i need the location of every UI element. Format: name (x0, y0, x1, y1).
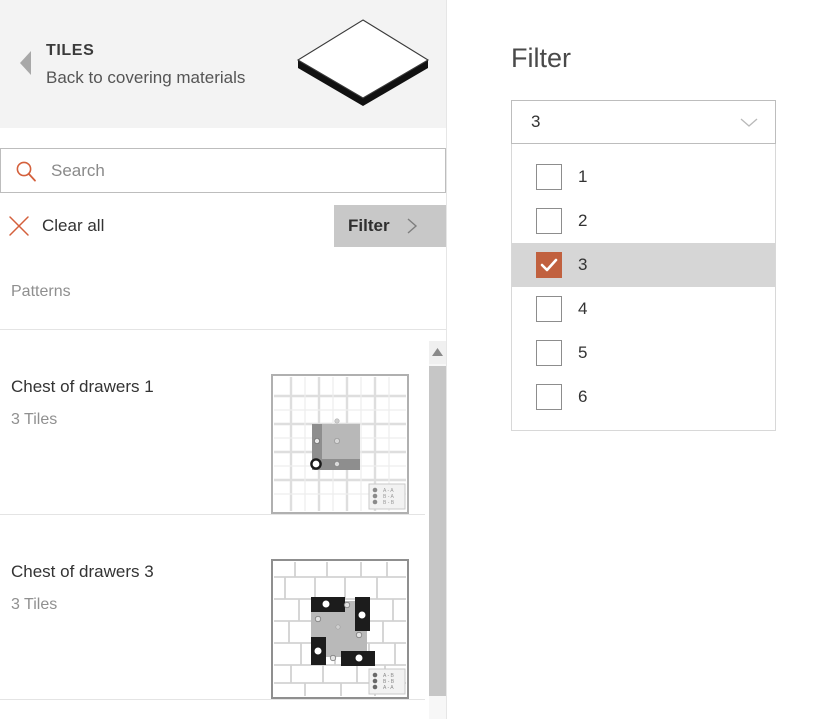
floor-plan-thumbnail: A - A B - A B - B (271, 374, 409, 514)
search-icon (16, 161, 36, 182)
back-triangle-icon[interactable] (18, 50, 34, 76)
checkbox[interactable] (536, 164, 562, 190)
scrollbar-thumb[interactable] (429, 366, 446, 696)
checkbox[interactable] (536, 252, 562, 278)
dropdown-option-3[interactable]: 3 (512, 243, 775, 287)
tiles-browser-panel: TILES Back to covering materials Clear a… (0, 0, 447, 719)
dropdown-option-label: 5 (578, 343, 588, 362)
svg-text:B - B: B - B (383, 500, 395, 506)
list-item-title: Chest of drawers 3 (11, 562, 154, 581)
filter-button[interactable]: Filter (334, 205, 446, 247)
checkbox[interactable] (536, 208, 562, 234)
checkbox[interactable] (536, 384, 562, 410)
dropdown-option-4[interactable]: 4 (512, 287, 775, 331)
search-box[interactable] (0, 148, 446, 193)
clear-all-label: Clear all (42, 216, 105, 235)
list-item[interactable]: Chest of drawers 1 3 Tiles A - A B - A B… (0, 330, 425, 515)
page-title: TILES (46, 42, 95, 59)
dropdown-option-label: 6 (578, 387, 588, 406)
check-icon (540, 258, 558, 272)
chevron-down-icon (740, 118, 758, 127)
dropdown-option-label: 2 (578, 211, 588, 230)
checkbox[interactable] (536, 296, 562, 322)
filter-panel-heading: Filter (511, 43, 571, 73)
filter-dropdown-list: 1 2 3 4 5 6 (511, 144, 776, 431)
checkbox[interactable] (536, 340, 562, 366)
list-item-text: Chest of drawers 3 3 Tiles (11, 560, 154, 617)
close-x-icon (9, 216, 29, 236)
back-link-label[interactable]: Back to covering materials (46, 65, 245, 91)
list-item-text: Chest of drawers 1 3 Tiles (11, 375, 154, 432)
search-input[interactable] (49, 159, 393, 182)
patterns-group-label: Patterns (11, 283, 71, 300)
list-item-subtitle: 3 Tiles (11, 411, 58, 428)
chevron-right-icon (407, 218, 417, 234)
clear-all-button[interactable]: Clear all (8, 207, 104, 245)
dropdown-option-5[interactable]: 5 (512, 331, 775, 375)
dropdown-option-2[interactable]: 2 (512, 199, 775, 243)
list-item[interactable]: Chest of drawers 3 3 Tiles A - B B - B A… (0, 515, 425, 700)
isometric-tile-icon-svg (296, 19, 430, 106)
list-item-subtitle: 3 Tiles (11, 596, 58, 613)
floor-plan-thumbnail-svg: A - A B - A B - B (271, 374, 409, 514)
results-scrollbar[interactable] (429, 341, 446, 719)
isometric-tile-icon (288, 14, 438, 110)
scroll-up-arrow-icon[interactable] (429, 341, 446, 364)
dropdown-option-label: 4 (578, 299, 588, 318)
filter-button-label: Filter (348, 216, 390, 235)
dropdown-option-label: 3 (578, 255, 588, 274)
back-triangle-icon-svg (20, 51, 31, 75)
dropdown-option-1[interactable]: 1 (512, 155, 775, 199)
scroll-up-arrow-icon-svg (432, 348, 443, 356)
dropdown-option-label: 1 (578, 167, 588, 186)
dropdown-option-6[interactable]: 6 (512, 375, 775, 419)
filter-panel: Filter 3 1 2 3 4 5 6 (448, 0, 817, 719)
svg-text:A - A: A - A (383, 685, 394, 691)
panel-header: TILES Back to covering materials (0, 0, 446, 128)
list-item-title: Chest of drawers 1 (11, 377, 154, 396)
results-list: Chest of drawers 1 3 Tiles A - A B - A B… (0, 330, 425, 719)
filter-combobox-value: 3 (531, 112, 541, 131)
header-text-block: TILES Back to covering materials (46, 40, 245, 91)
filter-combobox[interactable]: 3 (511, 100, 776, 144)
floor-plan-thumbnail-svg: A - B B - B A - A (271, 559, 409, 699)
floor-plan-thumbnail: A - B B - B A - A (271, 559, 409, 699)
